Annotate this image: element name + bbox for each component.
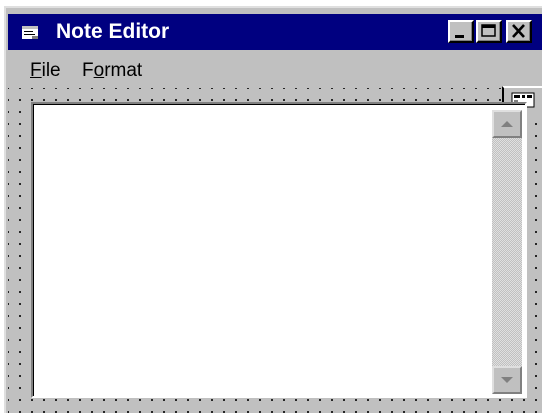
notepad-icon[interactable] <box>22 26 38 39</box>
scroll-down-button[interactable] <box>492 366 522 394</box>
maximize-button[interactable] <box>476 20 502 43</box>
menu-format-label-start: F <box>82 60 94 81</box>
menu-file-accelerator: F <box>30 60 42 81</box>
minimize-button[interactable] <box>448 20 474 43</box>
menu-file[interactable]: File <box>30 58 61 84</box>
menu-format[interactable]: Format <box>82 58 142 84</box>
note-text-area[interactable] <box>31 102 527 398</box>
vertical-scrollbar[interactable] <box>492 110 522 394</box>
menu-format-label-end: rmat <box>104 60 143 81</box>
close-button[interactable] <box>506 20 532 43</box>
window-title: Note Editor <box>56 20 170 43</box>
menu-format-accelerator: o <box>93 60 105 81</box>
menu-file-label: ile <box>41 60 61 81</box>
scroll-up-button[interactable] <box>492 110 522 138</box>
